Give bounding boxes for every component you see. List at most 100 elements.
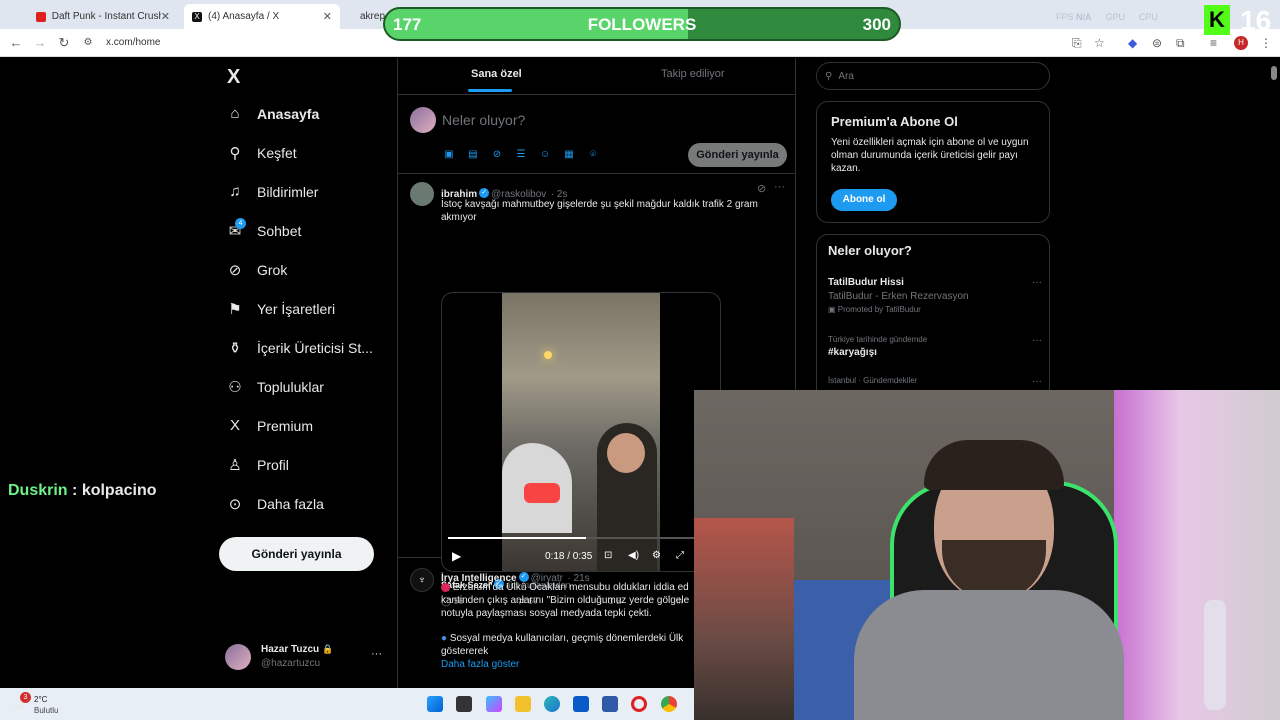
schedule-icon[interactable]: ▦ (563, 149, 575, 161)
tweet-line: Sosyal medya kullanıcıları, geçmiş dönem… (449, 633, 684, 644)
grok-explain-icon[interactable]: ⊘ (757, 182, 766, 195)
tab-for-you[interactable]: Sana özel (471, 68, 522, 80)
shirt-shape (854, 590, 1124, 720)
windows-start-icon[interactable] (427, 696, 443, 712)
sidebar-item-6[interactable]: ⚑ Yer İşaretleri (225, 300, 335, 318)
account-switcher[interactable]: Hazar Tuzcu 🔒 @hazartuzcu ··· (225, 642, 395, 672)
hair-shape (924, 440, 1064, 490)
emoji-icon[interactable]: ☺ (539, 149, 551, 161)
trend-name: TatilBudur Hissi (828, 277, 904, 288)
tab-anasayfa[interactable]: X (4) Anasayfa / X ✕ (184, 4, 340, 29)
bookmark-star-icon[interactable]: ☆ (1094, 36, 1105, 50)
chrome-icon[interactable] (661, 696, 677, 712)
weather-temp: 2°C (34, 695, 48, 704)
poll-icon[interactable]: ☰ (515, 149, 527, 161)
more-icon[interactable]: ··· (1032, 335, 1042, 346)
x-premium-icon: X (229, 417, 240, 434)
compose-post-button[interactable]: Gönderi yayınla (688, 143, 787, 167)
kick-counter: K 16 (1204, 5, 1276, 39)
home-icon: ⌂ (230, 105, 240, 122)
trend-sub: TatilBudur - Erken Rezervasyon (828, 291, 969, 302)
stream-chat-message: Duskrin : kolpacino (8, 482, 157, 500)
post-button[interactable]: Gönderi yayınla (219, 537, 374, 571)
outlook-icon[interactable] (602, 696, 618, 712)
sidebar-item-1[interactable]: ⌂ Anasayfa (225, 105, 319, 122)
face-shape (607, 433, 645, 473)
image-icon[interactable]: ▣ (443, 149, 455, 161)
subscribe-button[interactable]: Abone ol (831, 189, 897, 211)
youtube-icon (36, 11, 46, 22)
more-icon[interactable]: ··· (371, 648, 382, 660)
extensions-puzzle-icon[interactable]: ⧉ (1176, 36, 1185, 51)
gif-icon[interactable]: ▤ (467, 149, 479, 161)
video-frame (502, 293, 660, 571)
bookmark-icon: ⚑ (228, 301, 242, 318)
video-player[interactable]: ▶ 0:18 / 0:35 ⊡ ◀) ⚙ ⤢ (441, 292, 721, 572)
fps-value: N/A (1076, 12, 1092, 22)
trend-promo: Promoted by TatilBudur (837, 305, 921, 314)
sidebar-item-5[interactable]: ⊘ Grok (225, 261, 288, 279)
page-scrollbar[interactable] (1271, 66, 1277, 80)
opera-icon[interactable] (631, 696, 647, 712)
red-circle-icon (441, 582, 450, 592)
file-explorer-icon[interactable] (515, 696, 531, 712)
trend-name: #karyağışı (828, 347, 877, 358)
trend-item[interactable]: TatilBudur Hissi TatilBudur - Erken Reze… (828, 277, 1042, 314)
copilot-icon[interactable] (486, 696, 502, 712)
trend-item[interactable]: Türkiye tarihinde gündemde #karyağışı ··… (828, 335, 1042, 358)
tab-akrep[interactable]: akrep (346, 4, 386, 29)
back-icon[interactable]: ← (4, 35, 28, 50)
sidebar-item-10[interactable]: ♙ Profil (225, 456, 289, 474)
extension-icon[interactable]: ◆ (1128, 36, 1137, 50)
sidebar-item-9[interactable]: X Premium (225, 417, 313, 434)
forward-icon[interactable]: → (28, 35, 52, 50)
url-field[interactable]: x.com/home (106, 37, 160, 48)
extension-icon-2[interactable]: ⊜ (1152, 36, 1162, 50)
more-icon[interactable]: ··· (1032, 376, 1042, 387)
store-icon[interactable] (573, 696, 589, 712)
kick-logo-icon: K (1204, 5, 1230, 35)
task-view-icon[interactable] (456, 696, 472, 712)
more-icon[interactable]: ··· (1032, 277, 1042, 288)
weather-widget[interactable]: ☁ 3 2°C Bulutlu (10, 692, 70, 718)
composer: Neler oluyor? ▣ ▤ ⊘ ☰ ☺ ▦ ⌾ Gönderi yayı… (398, 94, 795, 174)
tab-label: (4) Anasayfa / X (208, 11, 280, 22)
x-logo-icon: X (192, 11, 202, 22)
tweet-line: Erzurum'da Ülkü Ocakları mensubu oldukla… (452, 582, 689, 593)
tab-following[interactable]: Takip ediliyor (661, 68, 725, 80)
sidebar-item-11[interactable]: ⊙ Daha fazla (225, 495, 324, 513)
streetlight-shape (544, 351, 552, 359)
profile-name: Hazar Tuzcu 🔒 (261, 644, 333, 655)
sidebar-item-label: Yer İşaretleri (257, 301, 336, 317)
trend-item[interactable]: İstanbul · Gündemdekiler ··· (828, 376, 1042, 387)
video-progress-fill (448, 537, 586, 539)
weather-badge: 3 (20, 692, 31, 703)
tweet-text: İstoç kavşağı mahmutbey gişelerde şu şek… (441, 199, 758, 223)
install-icon[interactable]: ⎘ (1072, 36, 1082, 51)
sidebar-item-8[interactable]: ⚇ Topluluklar (225, 378, 324, 396)
edge-icon[interactable] (544, 696, 560, 712)
close-icon[interactable]: ✕ (161, 10, 170, 23)
x-logo-icon[interactable]: X (227, 66, 240, 89)
site-info-icon[interactable]: ⚙ (76, 37, 100, 48)
sidebar-item-2[interactable]: ⚲ Keşfet (225, 144, 297, 162)
painting (694, 518, 794, 720)
sidebar-item-7[interactable]: ⚱ İçerik Üreticisi St... (225, 339, 373, 357)
more-icon[interactable]: ··· (774, 181, 785, 193)
pink-light-wall (1114, 390, 1280, 720)
fps-label: FPS (1056, 12, 1074, 22)
close-icon[interactable]: ✕ (323, 10, 332, 23)
location-icon[interactable]: ⌾ (587, 149, 599, 161)
tab-daft-punk[interactable]: Daft Punk - Instant Crush ( ✕ (28, 4, 178, 29)
right-column: ⚲ Ara Premium'a Abone Ol Yeni özellikleri… (816, 58, 1056, 404)
sidebar-item-label: Profil (257, 457, 289, 473)
sidebar-item-4[interactable]: ✉ 4 Sohbet (225, 218, 301, 240)
compose-input[interactable]: Neler oluyor? (442, 112, 525, 128)
followers-goal: 300 (862, 15, 891, 34)
reload-icon[interactable]: ↻ (52, 35, 76, 51)
sidebar-item-3[interactable]: ♫ Bildirimler (225, 183, 318, 200)
search-input[interactable]: ⚲ Ara (816, 62, 1050, 90)
grok-icon: ⊘ (228, 262, 242, 279)
video-progress-track[interactable] (448, 537, 716, 539)
grok-icon[interactable]: ⊘ (491, 149, 503, 161)
